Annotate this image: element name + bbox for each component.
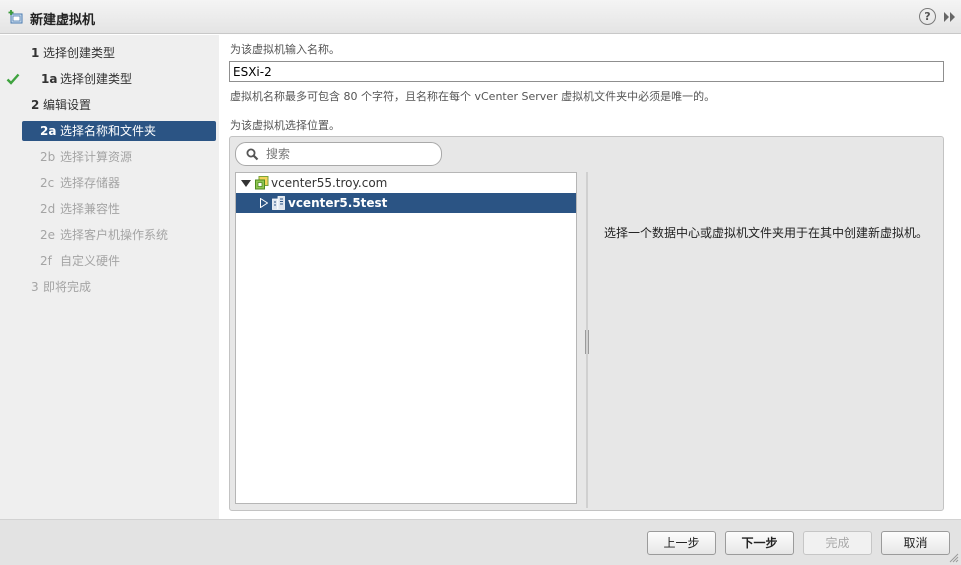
step-label: 选择存储器 [60,176,121,190]
dialog-titlebar: 新建虚拟机 ? [0,0,961,34]
check-icon [6,73,20,85]
step-label: 自定义硬件 [60,254,121,268]
finish-button: 完成 [803,531,872,555]
resize-grip-icon[interactable] [949,553,959,563]
tree-node-vcenter[interactable]: vcenter55.troy.com [236,173,576,193]
step-3: 3 即将完成 [0,277,219,297]
step-number: 2f [40,254,52,268]
vm-name-input[interactable] [229,61,944,82]
vcenter-icon [255,176,269,190]
expanded-arrow-icon[interactable] [241,180,251,187]
tree-node-label: vcenter55.troy.com [271,176,388,190]
step-1a[interactable]: 1a 选择创建类型 [0,69,219,89]
cancel-button[interactable]: 取消 [881,531,950,555]
splitter-grip-icon[interactable] [585,330,589,354]
dialog-title: 新建虚拟机 [30,13,96,28]
back-button[interactable]: 上一步 [647,531,716,555]
double-chevron-right-icon[interactable] [942,10,956,24]
collapsed-arrow-icon[interactable] [260,198,268,208]
step-2e: 2e 选择客户机操作系统 [0,225,219,245]
step-number: 2e [40,228,56,242]
step-number: 1 [31,46,40,60]
help-icon[interactable]: ? [919,8,936,25]
name-hint: 虚拟机名称最多可包含 80 个字符，且名称在每个 vCenter Server … [230,90,716,103]
step-label: 选择名称和文件夹 [60,124,157,138]
name-prompt: 为该虚拟机输入名称。 [230,43,340,56]
new-vm-icon [8,10,23,24]
step-label: 选择创建类型 [43,46,116,60]
step-number: 2b [40,150,56,164]
tree-node-label: vcenter5.5test [288,196,388,210]
step-label: 编辑设置 [43,98,92,112]
step-label: 选择创建类型 [60,72,133,86]
step-label: 选择兼容性 [60,202,121,216]
step-2a[interactable]: 2a 选择名称和文件夹 [22,121,216,141]
step-label: 选择计算资源 [60,150,133,164]
step-1: 1 选择创建类型 [0,43,219,63]
step-number: 2c [40,176,55,190]
step-2d: 2d 选择兼容性 [0,199,219,219]
step-number: 2a [40,124,57,138]
step-number: 2d [40,202,56,216]
tree-node-datacenter[interactable]: vcenter5.5test [236,193,576,213]
step-label: 选择客户机操作系统 [60,228,169,242]
location-info-text: 选择一个数据中心或虚拟机文件夹用于在其中创建新虚拟机。 [604,226,929,240]
location-tree[interactable]: vcenter55.troy.com vcenter5.5test [235,172,577,504]
search-input[interactable] [266,146,431,162]
step-label: 即将完成 [43,280,92,294]
step-2b: 2b 选择计算资源 [0,147,219,167]
step-2f: 2f 自定义硬件 [0,251,219,271]
step-2: 2 编辑设置 [0,95,219,115]
step-2c: 2c 选择存储器 [0,173,219,193]
step-number: 1a [41,72,58,86]
step-number: 3 [31,280,39,294]
search-box[interactable] [235,142,442,166]
step-number: 2 [31,98,40,112]
next-button[interactable]: 下一步 [725,531,794,555]
datacenter-icon [272,196,285,210]
location-prompt: 为该虚拟机选择位置。 [230,119,340,132]
search-icon [246,148,259,161]
